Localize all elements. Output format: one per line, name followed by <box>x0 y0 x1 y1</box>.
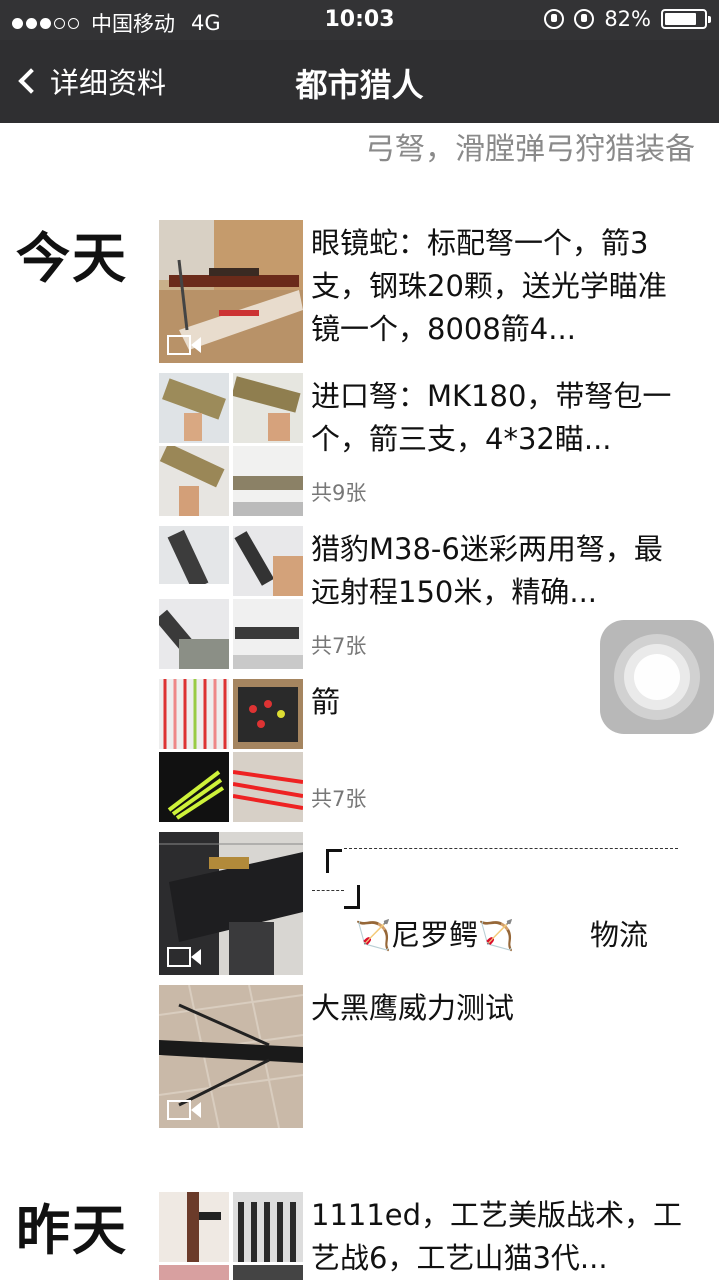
navigation-bar: 详细资料 都市猎人 <box>0 40 719 123</box>
dashed-divider <box>312 890 344 891</box>
dashed-divider <box>344 848 678 849</box>
post-text: 进口弩：MK180，带弩包一个，箭三支，4*32瞄... <box>311 379 672 456</box>
photo <box>159 446 229 516</box>
photo <box>233 1192 303 1262</box>
post-text: 大黑鹰威力测试 <box>311 991 515 1025</box>
photo <box>159 752 229 822</box>
photo <box>159 373 229 443</box>
photo-grid[interactable] <box>159 526 303 669</box>
post-text: 🏹尼罗鳄🏹 <box>355 918 515 952</box>
photo <box>159 679 229 749</box>
post-text: 1111ed，工艺美版战术，工艺战6，工艺山猫3代... <box>311 1198 683 1275</box>
video-icon <box>167 335 203 355</box>
profile-signature: 弓弩，滑膛弹弓狩猎装备 <box>365 132 695 167</box>
photo <box>159 599 229 669</box>
status-bar: 中国移动 4G 10:03 82% <box>0 0 719 40</box>
photo-count: 共7张 <box>311 787 367 811</box>
moment-post[interactable]: 眼镜蛇：标配弩一个，箭3支，钢珠20颗，送光学瞄准镜一个，8008箭4... <box>159 220 699 363</box>
bracket-corner-bottom <box>344 885 360 909</box>
alarm-icon <box>574 9 595 29</box>
photo <box>233 752 303 822</box>
video-thumbnail[interactable] <box>159 832 303 975</box>
post-text-tail: 物流 <box>590 918 649 952</box>
photo-grid[interactable] <box>159 373 303 516</box>
assistive-touch-button[interactable] <box>600 620 714 734</box>
photo-grid[interactable] <box>159 1192 303 1280</box>
photo <box>159 1192 229 1262</box>
bracket-corner-top <box>326 849 342 873</box>
post-text: 眼镜蛇：标配弩一个，箭3支，钢珠20颗，送光学瞄准镜一个，8008箭4... <box>311 226 667 346</box>
photo <box>233 446 303 516</box>
battery-percent: 82% <box>604 7 651 31</box>
photo-count: 共9张 <box>311 481 367 505</box>
day-label-yesterday: 昨天 <box>16 1199 128 1262</box>
photo <box>233 599 303 669</box>
photo <box>159 1265 229 1280</box>
moment-post[interactable]: 大黑鹰威力测试 <box>159 985 699 1128</box>
photo <box>159 526 229 596</box>
rotation-lock-icon <box>544 9 565 29</box>
moment-post[interactable]: 进口弩：MK180，带弩包一个，箭三支，4*32瞄... 共9张 <box>159 373 699 516</box>
photo <box>233 526 303 596</box>
photo-grid[interactable] <box>159 679 303 822</box>
video-thumbnail[interactable] <box>159 220 303 363</box>
photo <box>233 679 303 749</box>
post-text: 猎豹M38-6迷彩两用弩，最远射程150米，精确... <box>311 532 663 609</box>
photo-count: 共7张 <box>311 634 367 658</box>
battery-icon <box>661 9 711 29</box>
photo <box>233 373 303 443</box>
moment-post[interactable]: 1111ed，工艺美版战术，工艺战6，工艺山猫3代... <box>159 1192 699 1280</box>
video-thumbnail[interactable] <box>159 985 303 1128</box>
photo <box>233 1265 303 1280</box>
day-label-today: 今天 <box>16 227 128 290</box>
video-icon <box>167 947 203 967</box>
video-icon <box>167 1100 203 1120</box>
page-title: 都市猎人 <box>295 66 424 104</box>
